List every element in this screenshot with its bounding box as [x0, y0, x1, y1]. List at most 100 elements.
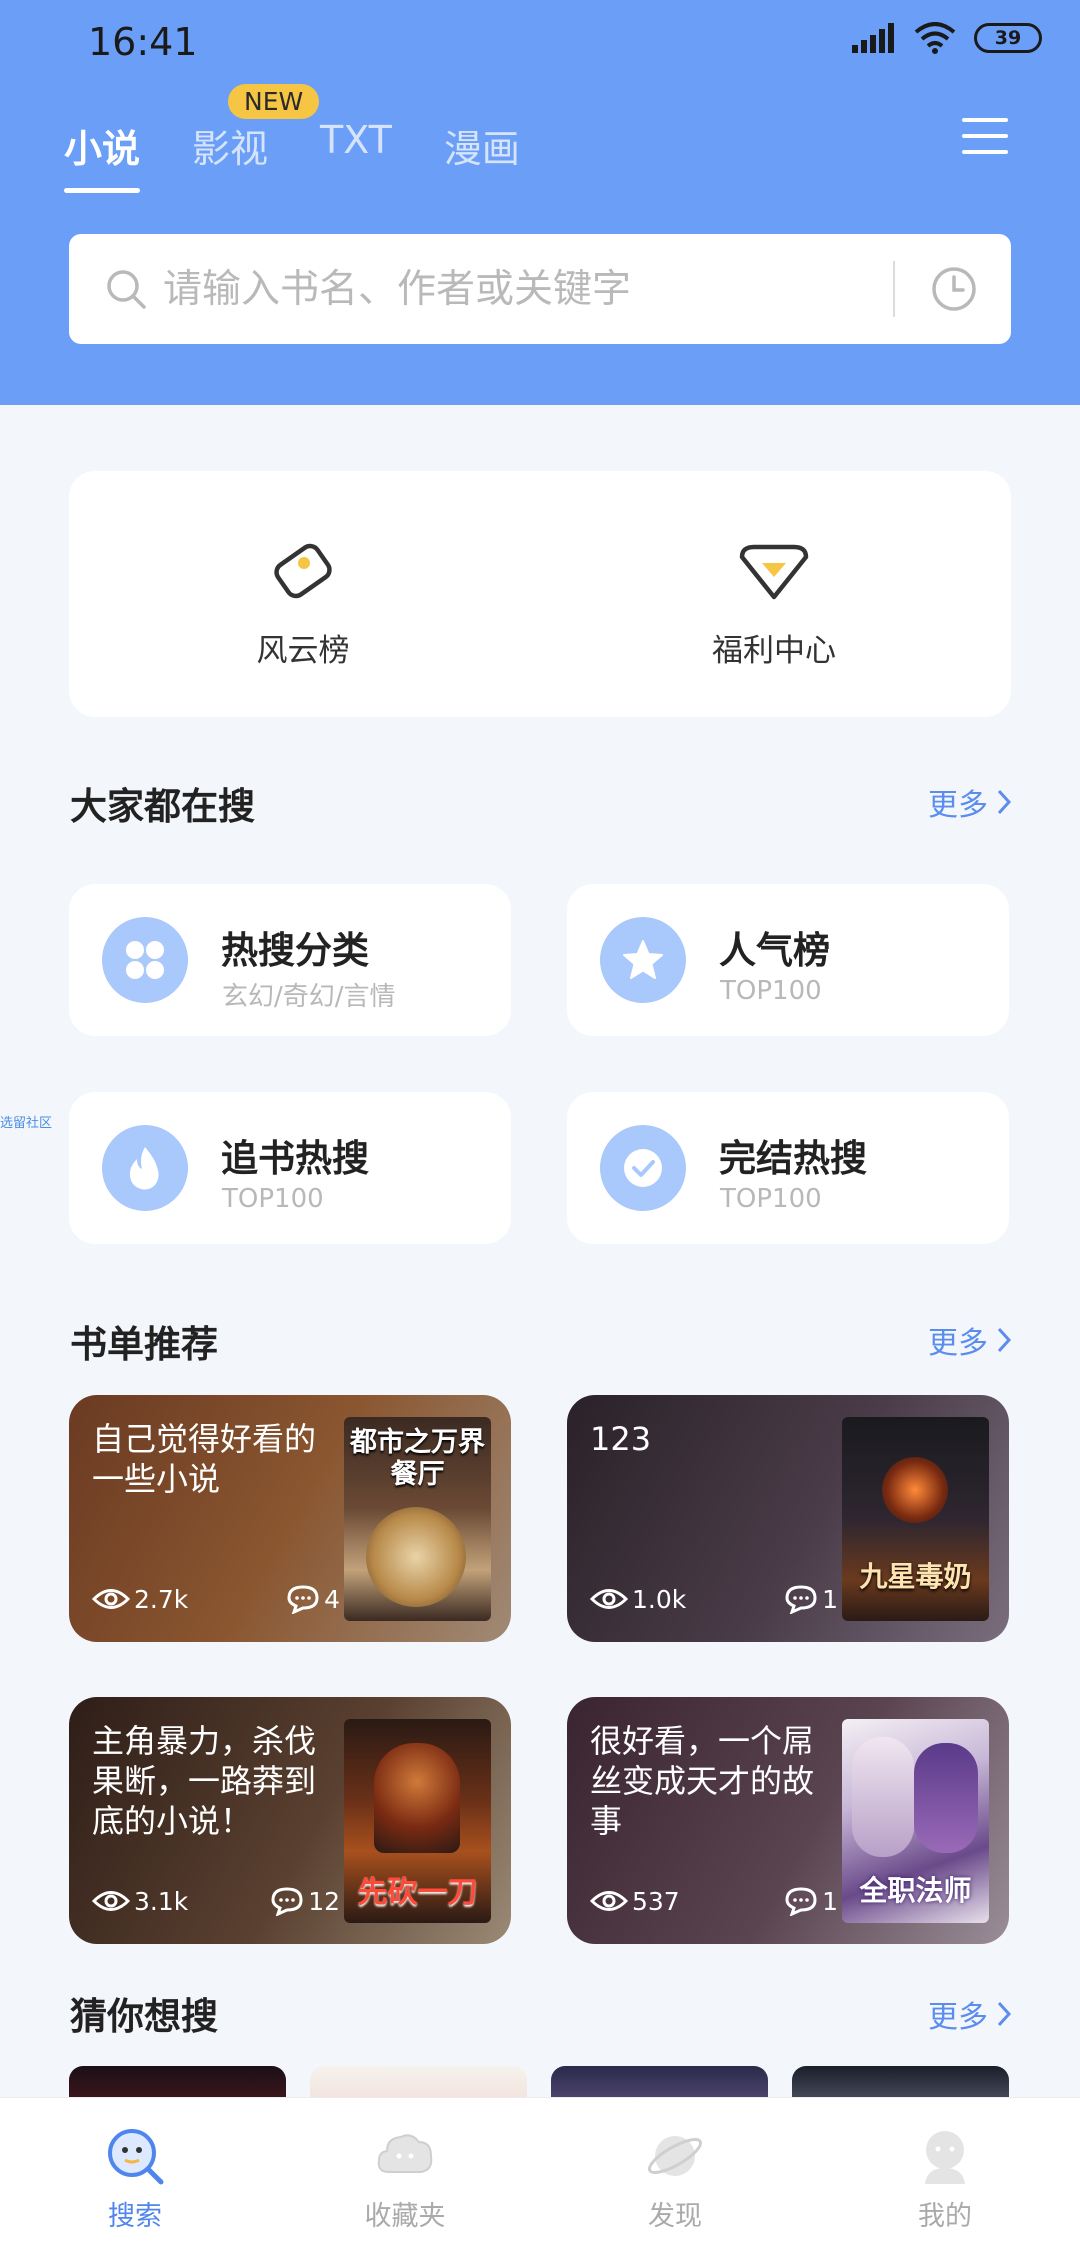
book-cover: 都市之万界餐厅	[344, 1417, 491, 1621]
cover-title: 都市之万界餐厅	[350, 1427, 485, 1490]
nav-label: 发现	[648, 2201, 702, 2232]
check-icon	[600, 1125, 686, 1211]
bottom-nav: 搜索 收藏夹 发现 我的	[0, 2097, 1080, 2244]
search-face-icon	[108, 2129, 164, 2185]
nav-search[interactable]: 搜索	[0, 2098, 270, 2244]
comment-icon	[785, 1585, 817, 1614]
cover-title: 全职法师	[859, 1874, 972, 1907]
booklist-card[interactable]: 123 1.0k 1 九星毒奶	[567, 1395, 1009, 1642]
nav-favorites[interactable]: 收藏夹	[270, 2098, 540, 2244]
eye-icon	[92, 1589, 130, 1609]
more-label: 更多	[928, 1326, 988, 1361]
eye-icon	[92, 1891, 130, 1911]
booklist-card[interactable]: 主角暴力，杀伐果断，一路莽到底的小说！ 3.1k 12 先砍一刀	[69, 1697, 511, 1944]
popular-item-title: 人气榜	[719, 929, 830, 972]
section-title-popular: 大家都在搜	[70, 785, 255, 828]
booklist-title: 主角暴力，杀伐果断，一路莽到底的小说！	[92, 1722, 317, 1840]
eye-icon	[590, 1891, 628, 1911]
popular-more-link[interactable]: 更多	[928, 780, 1012, 824]
section-title-booklists: 书单推荐	[70, 1323, 218, 1366]
views-count: 3.1k	[134, 1886, 189, 1916]
comment-icon	[287, 1585, 319, 1614]
cover-art	[882, 1457, 948, 1523]
comments-stat: 1	[784, 1584, 838, 1614]
wifi-icon	[914, 22, 956, 54]
history-icon[interactable]	[929, 264, 979, 314]
comments-stat: 12	[270, 1886, 340, 1916]
gem-icon	[739, 544, 809, 600]
comment-icon	[271, 1887, 303, 1916]
nav-label: 收藏夹	[364, 2201, 446, 2232]
battery-indicator: 39	[974, 23, 1042, 53]
popular-item-title: 热搜分类	[221, 929, 369, 972]
views-stat: 537	[590, 1887, 680, 1916]
views-count: 2.7k	[134, 1584, 189, 1614]
more-label: 更多	[928, 2000, 988, 2035]
popular-item-title: 完结热搜	[719, 1137, 867, 1180]
booklist-stats: 1.0k 1	[590, 1584, 838, 1614]
popular-item-title: 追书热搜	[221, 1137, 369, 1180]
book-cover: 全职法师	[842, 1719, 989, 1923]
quick-link-rankings[interactable]: 风云榜	[203, 533, 403, 670]
profile-icon	[925, 2131, 965, 2184]
menu-icon[interactable]	[962, 118, 1008, 154]
comments-stat: 4	[286, 1584, 340, 1614]
side-floating-text[interactable]: 选留社区	[0, 1112, 52, 1131]
popular-item-hot-category[interactable]: 热搜分类 玄幻/奇幻/言情	[69, 884, 511, 1036]
cover-title: 九星毒奶	[859, 1560, 972, 1593]
nav-discover[interactable]: 发现	[540, 2098, 810, 2244]
tag-icon	[274, 543, 332, 599]
eye-icon	[590, 1589, 628, 1609]
tab-novel[interactable]: 小说	[64, 118, 141, 193]
popular-item-popularity[interactable]: 人气榜 TOP100	[567, 884, 1009, 1036]
book-cover: 先砍一刀	[344, 1719, 491, 1923]
cover-art	[374, 1743, 460, 1853]
booklist-title: 123	[590, 1420, 652, 1458]
nav-label: 搜索	[108, 2201, 162, 2232]
quick-link-label: 福利中心	[712, 633, 836, 669]
planet-icon	[647, 2136, 703, 2176]
tab-txt[interactable]: TXT	[320, 118, 392, 173]
search-icon	[107, 270, 146, 309]
search-input[interactable]	[163, 266, 893, 312]
booklists-more-link[interactable]: 更多	[928, 1318, 1012, 1362]
quick-link-label: 风云榜	[256, 633, 350, 669]
guess-more-link[interactable]: 更多	[928, 1992, 1012, 2036]
nav-profile[interactable]: 我的	[810, 2098, 1080, 2244]
popular-item-subtitle: TOP100	[222, 1184, 324, 1214]
search-bar	[69, 234, 1011, 344]
popular-item-follow-hot[interactable]: 追书热搜 TOP100	[69, 1092, 511, 1244]
popular-item-subtitle: TOP100	[720, 1184, 822, 1214]
cover-art	[366, 1507, 466, 1607]
views-count: 1.0k	[632, 1584, 687, 1614]
booklist-stats: 3.1k 12	[92, 1886, 340, 1916]
more-label: 更多	[928, 788, 988, 823]
status-time: 16:41	[88, 20, 198, 64]
comments-count: 1	[822, 1584, 838, 1614]
cover-art	[914, 1743, 978, 1853]
booklist-card[interactable]: 自己觉得好看的一些小说 2.7k 4 都市之万界餐厅	[69, 1395, 511, 1642]
booklist-stats: 537 1	[590, 1886, 838, 1916]
booklist-stats: 2.7k 4	[92, 1584, 340, 1614]
quick-link-welfare[interactable]: 福利中心	[674, 533, 874, 670]
popular-item-completed-hot[interactable]: 完结热搜 TOP100	[567, 1092, 1009, 1244]
tab-comic[interactable]: 漫画	[444, 118, 520, 173]
quick-links-card: 风云榜 福利中心	[69, 471, 1011, 717]
book-cover: 九星毒奶	[842, 1417, 989, 1621]
status-icons: 39	[852, 22, 1042, 54]
grid-icon	[102, 917, 188, 1003]
booklist-title: 自己觉得好看的一些小说	[92, 1420, 317, 1498]
views-stat: 3.1k	[92, 1887, 188, 1916]
comments-count: 1	[822, 1886, 838, 1916]
header: 16:41 39 小说 影视 TXT 漫画 NEW	[0, 0, 1080, 405]
views-stat: 1.0k	[590, 1585, 686, 1614]
comment-icon	[785, 1887, 817, 1916]
comments-count: 12	[308, 1886, 340, 1916]
bookmark-cloud-icon	[377, 2134, 433, 2173]
popular-item-subtitle: TOP100	[720, 976, 822, 1006]
nav-label: 我的	[918, 2201, 972, 2232]
tab-video[interactable]: 影视	[192, 118, 268, 173]
booklist-card[interactable]: 很好看，一个屌丝变成天才的故事 537 1 全职法师	[567, 1697, 1009, 1944]
comments-stat: 1	[784, 1886, 838, 1916]
chevron-right-icon	[997, 2001, 1012, 2027]
